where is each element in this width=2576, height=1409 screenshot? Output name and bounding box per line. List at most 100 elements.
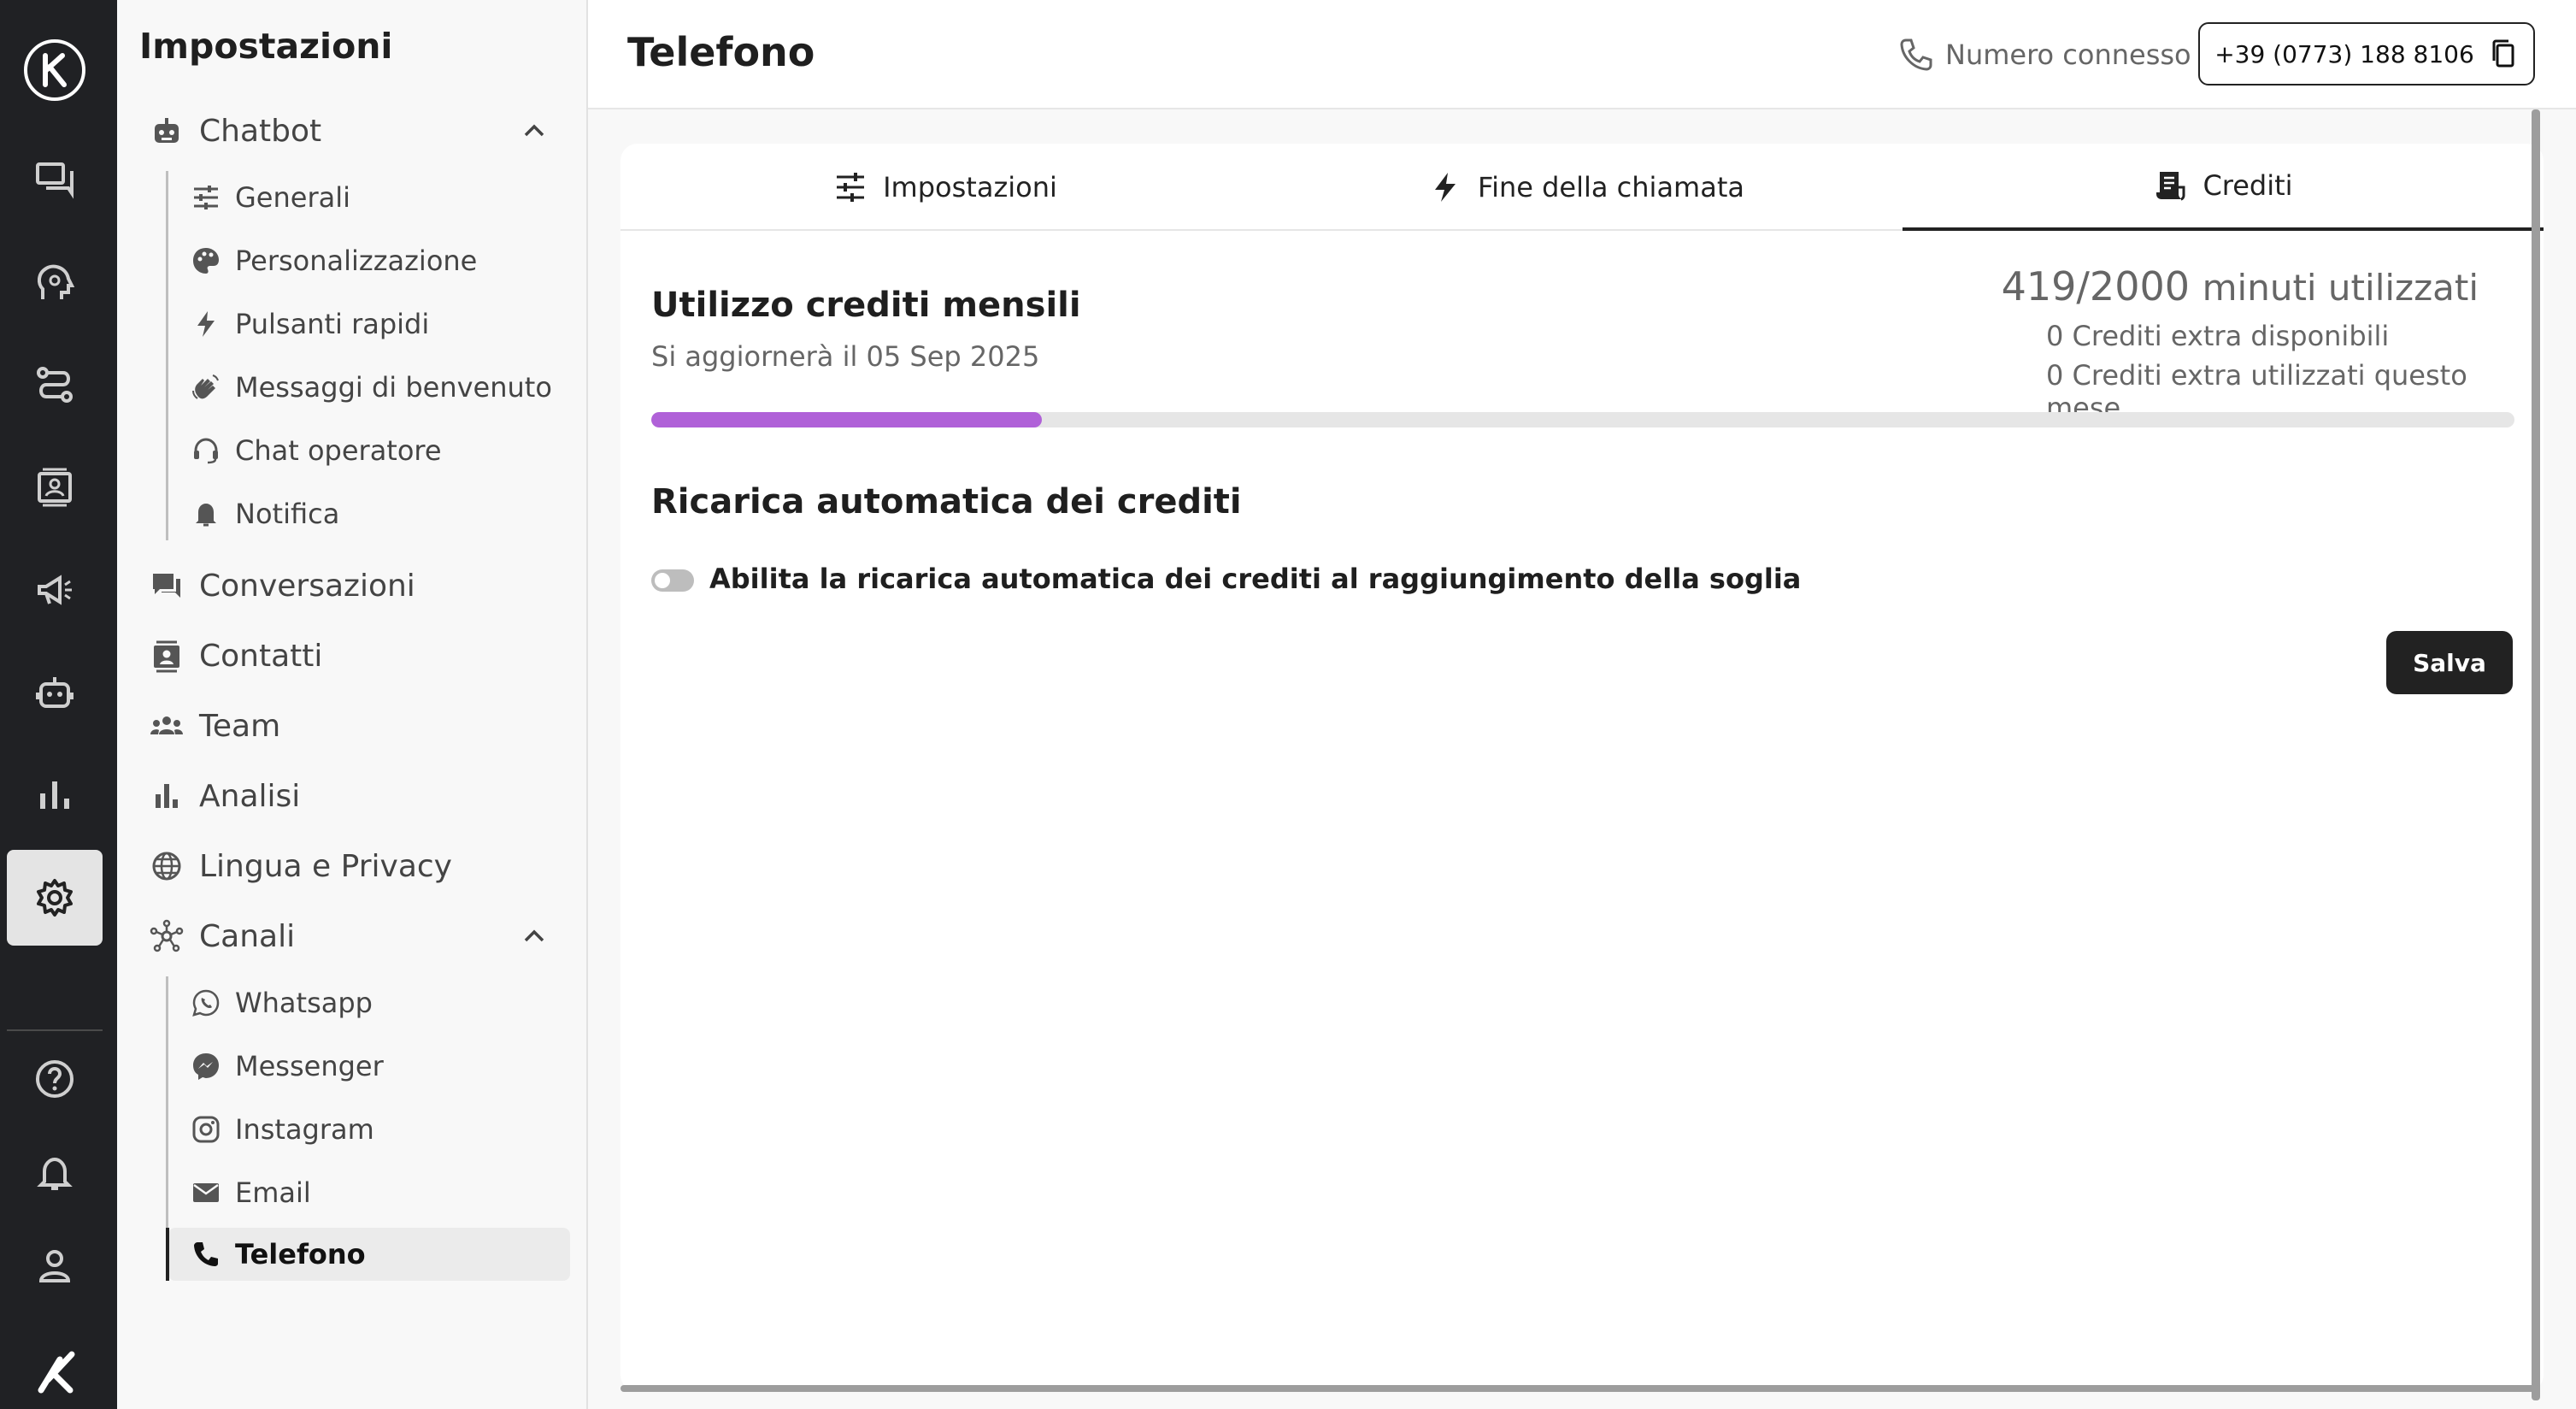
- team-icon: [148, 707, 185, 745]
- sidebar-item-chat-operatore[interactable]: Chat operatore: [168, 424, 570, 477]
- bot-icon: [148, 112, 185, 150]
- settings-rail-icon[interactable]: [7, 850, 103, 946]
- credits-progress-bar: [651, 412, 2514, 427]
- page-header: Telefono Numero connesso +39 (0773) 188 …: [588, 0, 2576, 109]
- sidebar-item-label: Messaggi di benvenuto: [235, 371, 552, 404]
- sidebar-item-label: Messenger: [235, 1050, 384, 1082]
- sidebar-item-label: Generali: [235, 181, 350, 214]
- copy-icon: [2488, 38, 2519, 69]
- chatbot-subtree-line: [166, 171, 168, 540]
- sidebar-item-pulsanti-rapidi[interactable]: Pulsanti rapidi: [168, 298, 570, 351]
- hub-icon: [148, 917, 185, 955]
- profile-rail-icon[interactable]: [7, 1217, 103, 1313]
- palette-icon: [189, 244, 223, 278]
- sidebar-item-generali[interactable]: Generali: [168, 171, 570, 224]
- usage-unit: minuti utilizzati: [2202, 267, 2479, 309]
- sidebar-item-label: Conversazioni: [199, 568, 415, 604]
- sidebar-item-label: Email: [235, 1176, 311, 1209]
- sidebar-item-lingua-privacy[interactable]: Lingua e Privacy: [148, 840, 573, 893]
- minutes-used: 419/2000 minuti utilizzati: [2002, 263, 2479, 310]
- sidebar-item-telefono[interactable]: Telefono: [166, 1228, 570, 1281]
- icon-rail: [0, 0, 117, 1409]
- connected-label-text: Numero connesso: [1945, 38, 2191, 71]
- contacts-icon: [148, 637, 185, 675]
- sidebar-item-canali[interactable]: Canali: [148, 910, 573, 963]
- tab-label: Fine della chiamata: [1478, 171, 1744, 203]
- bolt-icon: [189, 307, 223, 341]
- sidebar-item-instagram[interactable]: Instagram: [168, 1103, 570, 1156]
- tab-fine-chiamata[interactable]: Fine della chiamata: [1270, 144, 1903, 231]
- copy-phone-number-button[interactable]: +39 (0773) 188 8106: [2198, 22, 2535, 85]
- globe-icon: [148, 847, 185, 885]
- bot-rail-icon[interactable]: [7, 645, 103, 740]
- messenger-icon: [189, 1049, 223, 1083]
- analytics-rail-icon[interactable]: [7, 747, 103, 843]
- chevron-up-icon[interactable]: [519, 115, 550, 146]
- help-rail-icon[interactable]: [7, 1031, 103, 1127]
- tab-bar: Impostazioni Fine della chiamata Crediti: [620, 144, 2544, 231]
- chat-icon: [148, 567, 185, 604]
- instagram-icon: [189, 1112, 223, 1147]
- usage-value: 419/2000: [2001, 263, 2190, 310]
- sidebar-item-label: Analisi: [199, 778, 301, 814]
- route-rail-icon[interactable]: [7, 337, 103, 433]
- connected-number-label: Numero connesso: [1897, 34, 2191, 75]
- sidebar-item-label: Contatti: [199, 638, 323, 674]
- settings-sidebar: Impostazioni Chatbot Generali Personaliz…: [117, 0, 588, 1409]
- phone-outline-icon: [1897, 36, 1935, 74]
- chevron-up-icon[interactable]: [519, 921, 550, 952]
- sidebar-item-analisi[interactable]: Analisi: [148, 769, 573, 822]
- sidebar-item-notifica[interactable]: Notifica: [168, 487, 570, 540]
- sidebar-item-label: Personalizzazione: [235, 245, 478, 277]
- sidebar-item-messenger[interactable]: Messenger: [168, 1040, 570, 1093]
- sidebar-item-label: Whatsapp: [235, 987, 373, 1019]
- sidebar-item-label: Lingua e Privacy: [199, 848, 452, 884]
- wave-hand-icon: [189, 370, 223, 404]
- app-root: Impostazioni Chatbot Generali Personaliz…: [0, 0, 2576, 1409]
- horizontal-scrollbar[interactable]: [620, 1385, 2540, 1392]
- notifications-rail-icon[interactable]: [7, 1125, 103, 1221]
- sidebar-item-email[interactable]: Email: [168, 1166, 570, 1219]
- email-icon: [189, 1176, 223, 1210]
- sidebar-item-messaggi-benvenuto[interactable]: Messaggi di benvenuto: [168, 361, 570, 414]
- sidebar-item-chatbot[interactable]: Chatbot: [148, 104, 573, 157]
- tab-label: Impostazioni: [883, 171, 1057, 203]
- brand-logo-icon: [7, 1334, 103, 1409]
- sidebar-item-label: Team: [199, 708, 281, 744]
- bar-chart-icon: [148, 777, 185, 815]
- contacts-rail-icon[interactable]: [7, 439, 103, 535]
- sidebar-item-personalizzazione[interactable]: Personalizzazione: [168, 234, 570, 287]
- headset-icon: [189, 433, 223, 468]
- campaign-rail-icon[interactable]: [7, 542, 103, 638]
- tune-icon: [833, 170, 867, 204]
- sidebar-item-label: Instagram: [235, 1113, 374, 1146]
- logo-icon[interactable]: [7, 22, 103, 118]
- autorecharge-toggle[interactable]: [651, 569, 694, 592]
- bell-icon: [189, 497, 223, 531]
- monthly-credits-title: Utilizzo crediti mensili: [651, 286, 1081, 325]
- conversations-rail-icon[interactable]: [7, 132, 103, 227]
- sidebar-item-label: Chat operatore: [235, 434, 442, 467]
- autorecharge-toggle-label[interactable]: Abilita la ricarica automatica dei credi…: [709, 563, 1801, 595]
- sidebar-item-label: Canali: [199, 918, 296, 954]
- extra-credits-available: 0 Crediti extra disponibili: [2046, 320, 2390, 352]
- ai-head-rail-icon[interactable]: [7, 234, 103, 330]
- vertical-scrollbar[interactable]: [2532, 109, 2540, 1400]
- save-button[interactable]: Salva: [2386, 631, 2513, 694]
- sidebar-item-team[interactable]: Team: [148, 699, 573, 752]
- sidebar-item-contatti[interactable]: Contatti: [148, 629, 573, 682]
- sidebar-item-label: Notifica: [235, 498, 340, 530]
- credits-progress-fill: [651, 412, 1042, 427]
- sliders-icon: [189, 180, 223, 215]
- content-card: Impostazioni Fine della chiamata Crediti…: [620, 144, 2544, 1392]
- tab-crediti[interactable]: Crediti: [1903, 144, 2544, 231]
- phone-icon: [189, 1237, 223, 1271]
- sidebar-item-label: Chatbot: [199, 113, 322, 149]
- tab-impostazioni[interactable]: Impostazioni: [620, 144, 1270, 231]
- toggle-knob: [655, 573, 670, 588]
- sidebar-title: Impostazioni: [139, 26, 393, 67]
- sidebar-item-conversazioni[interactable]: Conversazioni: [148, 559, 573, 612]
- sidebar-item-whatsapp[interactable]: Whatsapp: [168, 976, 570, 1029]
- whatsapp-icon: [189, 986, 223, 1020]
- sidebar-item-label: Pulsanti rapidi: [235, 308, 430, 340]
